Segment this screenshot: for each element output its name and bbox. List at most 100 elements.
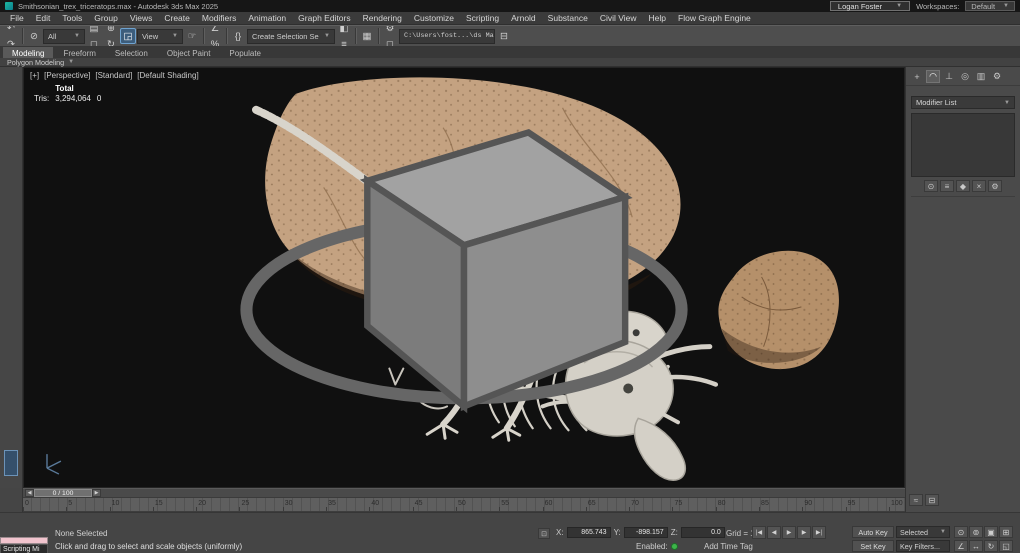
zoom-extents-icon[interactable]: ▣ [984,526,998,538]
angle-snap-icon[interactable]: ∠ [207,25,223,36]
previous-frame-icon[interactable]: ◀ [767,526,781,539]
menu-item[interactable]: File [4,13,30,23]
field-of-view-icon[interactable]: ∠ [954,540,968,552]
menu-item[interactable]: Edit [30,13,57,23]
hierarchy-tab-icon[interactable]: ⊥ [942,70,956,83]
menu-item[interactable]: Scripting [460,13,505,23]
polygon-modeling-panel-strip[interactable]: Polygon Modeling ▼ [0,58,1020,67]
menu-item[interactable]: Tools [56,13,88,23]
percent-snap-icon[interactable]: % [207,36,223,47]
menu-item[interactable]: Substance [542,13,594,23]
modifier-list-dropdown[interactable]: Modifier List▼ [911,96,1015,109]
undo-icon[interactable]: ↶ [3,25,19,36]
make-unique-icon[interactable]: ◆ [956,180,970,192]
rendered-frame-window-icon[interactable]: ◻ [382,36,398,47]
redo-icon[interactable]: ↷ [3,36,19,47]
select-and-rotate-icon[interactable]: ↻ [103,36,119,47]
menu-item[interactable]: Flow Graph Engine [672,13,757,23]
macro-recorder-field[interactable] [0,537,48,544]
zoom-icon[interactable]: ⊙ [954,526,968,538]
show-end-result-icon[interactable]: ≡ [940,180,954,192]
adaptive-degradation-status[interactable]: Enabled: [636,542,678,551]
ribbon-tab[interactable]: Freeform [54,47,104,58]
track-bar[interactable]: 0510152025303540455055606570758085909510… [23,498,905,512]
menu-item[interactable]: Animation [242,13,292,23]
remove-modifier-icon[interactable]: × [972,180,986,192]
y-coordinate-field[interactable]: -898.157 [624,527,668,538]
display-tab-icon[interactable]: ▥ [974,70,988,83]
configure-modifier-sets-icon[interactable]: ⚙ [988,180,1002,192]
viewcube[interactable] [24,68,904,487]
timeline-options-icon[interactable]: ⊟ [925,494,939,506]
time-slider[interactable]: ◀ 0 / 100 ▶ [23,488,905,498]
rectangular-selection-region-icon[interactable]: ◻ [86,36,102,47]
align-icon[interactable]: ≡ [336,36,352,47]
add-time-tag[interactable]: Add Time Tag [704,542,753,551]
next-frame-arrow-icon[interactable]: ▶ [92,489,101,497]
ribbon-tab[interactable]: Object Paint [158,47,220,58]
utilities-tab-icon[interactable]: ⚙ [990,70,1004,83]
create-tab-icon[interactable]: + [910,70,924,83]
modify-tab-icon[interactable]: ◠ [926,70,940,83]
next-frame-icon[interactable]: ▶ [797,526,811,539]
key-mode-selected-dropdown[interactable]: Selected▼ [896,526,950,538]
orbit-icon[interactable]: ↻ [984,540,998,552]
project-folder-dropdown[interactable]: C:\Users\fost...\ds Max 2025▼ [399,29,495,44]
menu-item[interactable]: Rendering [357,13,408,23]
zoom-extents-all-icon[interactable]: ⊞ [999,526,1013,538]
mirror-icon[interactable]: ◧ [336,25,352,36]
time-slider-handle[interactable]: 0 / 100 [34,489,92,497]
perspective-viewport[interactable]: [+] [Perspective] [Standard] [Default Sh… [23,67,905,488]
open-mini-curve-editor-icon[interactable]: ≈ [909,494,923,506]
go-to-end-icon[interactable]: ▶| [812,526,826,539]
set-key-button[interactable]: Set Key [852,540,894,552]
viewport-layout-tab[interactable] [4,450,18,476]
toggle-ribbon-icon[interactable]: ▦ [359,28,375,44]
select-by-name-icon[interactable]: ▤ [86,25,102,36]
auto-key-button[interactable]: Auto Key [852,526,894,538]
pin-stack-icon[interactable]: ⊙ [924,180,938,192]
light-explorer-icon[interactable]: ⊟ [496,28,512,44]
menu-item[interactable]: Arnold [505,13,542,23]
go-to-start-icon[interactable]: |◀ [752,526,766,539]
trackbar-tick: 30 [283,498,326,511]
select-and-move-icon[interactable]: ⊕ [103,25,119,36]
zoom-all-icon[interactable]: ⊚ [969,526,983,538]
named-selection-sets-dropdown[interactable]: Create Selection Se▼ [247,29,335,44]
menu-bar: FileEditToolsGroupViewsCreateModifiersAn… [0,12,1020,25]
select-and-scale-icon[interactable]: ◲ [120,28,136,44]
x-coordinate-field[interactable]: 865.743 [567,527,611,538]
menu-item[interactable]: Views [124,13,159,23]
menu-item[interactable]: Group [88,13,124,23]
maximize-viewport-toggle-icon[interactable]: ◱ [999,540,1013,552]
reference-coordinate-system-dropdown[interactable]: View▼ [137,29,183,44]
z-coordinate-field[interactable]: 0.0 [681,527,725,538]
chevron-down-icon: ▼ [1004,100,1010,106]
unlink-selection-icon[interactable]: ⊘ [26,28,42,44]
edit-named-selection-sets-icon[interactable]: {} [230,28,246,44]
modifier-stack-list[interactable] [911,113,1015,177]
enabled-green-dot-icon [671,543,678,550]
key-filters-button[interactable]: Key Filters... [896,540,950,552]
menu-item[interactable]: Help [643,13,672,23]
menu-item[interactable]: Civil View [594,13,643,23]
toolbar-separator [378,28,379,44]
menu-item[interactable]: Create [158,13,196,23]
workspace-select[interactable]: Default▼ [965,1,1015,11]
user-account-button[interactable]: Logan Foster▼ [830,1,910,11]
render-setup-icon[interactable]: ⚙ [382,25,398,36]
previous-frame-arrow-icon[interactable]: ◀ [25,489,34,497]
play-icon[interactable]: ▶ [782,526,796,539]
menu-item[interactable]: Customize [408,13,460,23]
ribbon-tab[interactable]: Modeling [3,47,53,58]
ribbon-tab[interactable]: Selection [106,47,157,58]
modifier-stack-toolbar: ⊙≡◆×⚙ [911,177,1015,197]
ribbon-tab[interactable]: Populate [220,47,270,58]
selection-filter-dropdown[interactable]: All▼ [43,29,85,44]
pan-view-icon[interactable]: ↔ [969,540,983,552]
selection-lock-icon[interactable]: ⊡ [538,528,550,539]
motion-tab-icon[interactable]: ◎ [958,70,972,83]
menu-item[interactable]: Modifiers [196,13,242,23]
select-and-manipulate-icon[interactable]: ☞ [184,28,200,44]
menu-item[interactable]: Graph Editors [292,13,356,23]
